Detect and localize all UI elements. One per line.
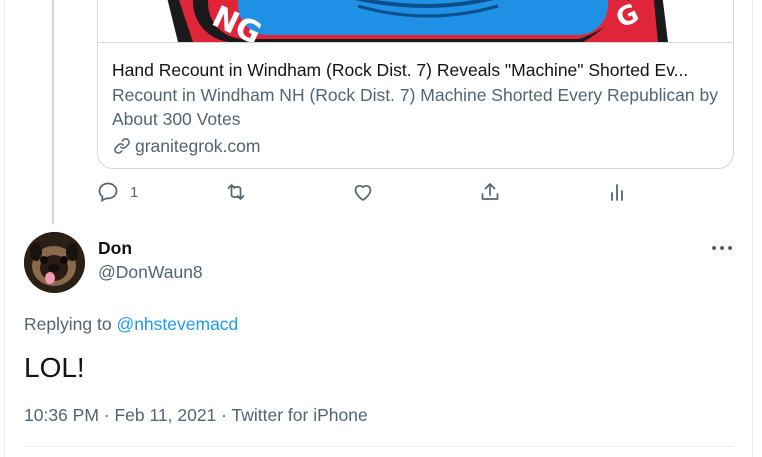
more-icon [712,246,732,250]
card-title[interactable]: Hand Recount in Windham (Rock Dist. 7) R… [112,59,719,81]
card-image[interactable]: NG G [98,0,733,43]
card-domain-row[interactable]: granitegrok.com [112,134,719,158]
share-button[interactable] [478,180,502,204]
thread-connector-line [52,0,54,224]
more-options-button[interactable] [708,236,736,260]
share-icon [481,183,499,200]
card-domain: granitegrok.com [135,136,261,156]
analytics-icon [611,184,623,201]
card-description[interactable]: Recount in Windham NH (Rock Dist. 7) Mac… [112,83,719,131]
retweet-icon [227,184,245,200]
link-icon [114,138,130,154]
reply-button[interactable]: 1 [96,180,138,204]
link-preview-card[interactable]: NG G Hand Recount in Windham (Rock Dist.… [97,0,734,169]
avatar[interactable] [24,232,85,293]
replying-to-link[interactable]: @nhstevemacd [116,314,238,334]
pug-avatar-image [24,232,85,293]
divider [24,446,734,447]
like-icon [354,185,372,201]
card-image-graphic: NG G [98,0,733,42]
reply-count: 1 [130,183,139,201]
analytics-button[interactable] [605,180,629,204]
retweet-button[interactable] [224,180,248,204]
replying-prefix: Replying to [24,314,112,334]
like-button[interactable] [351,180,375,204]
reply-icon [98,182,118,203]
author-name[interactable]: Don [98,238,132,259]
replying-to: Replying to @nhstevemacd [24,314,238,335]
author-handle[interactable]: @DonWaun8 [98,262,203,283]
tweet-body: LOL! [24,352,85,383]
tweet-meta[interactable]: 10:36 PM · Feb 11, 2021 · Twitter for iP… [24,405,368,426]
card-text: Hand Recount in Windham (Rock Dist. 7) R… [112,59,719,158]
previous-tweet-actions: 1 [96,180,636,210]
